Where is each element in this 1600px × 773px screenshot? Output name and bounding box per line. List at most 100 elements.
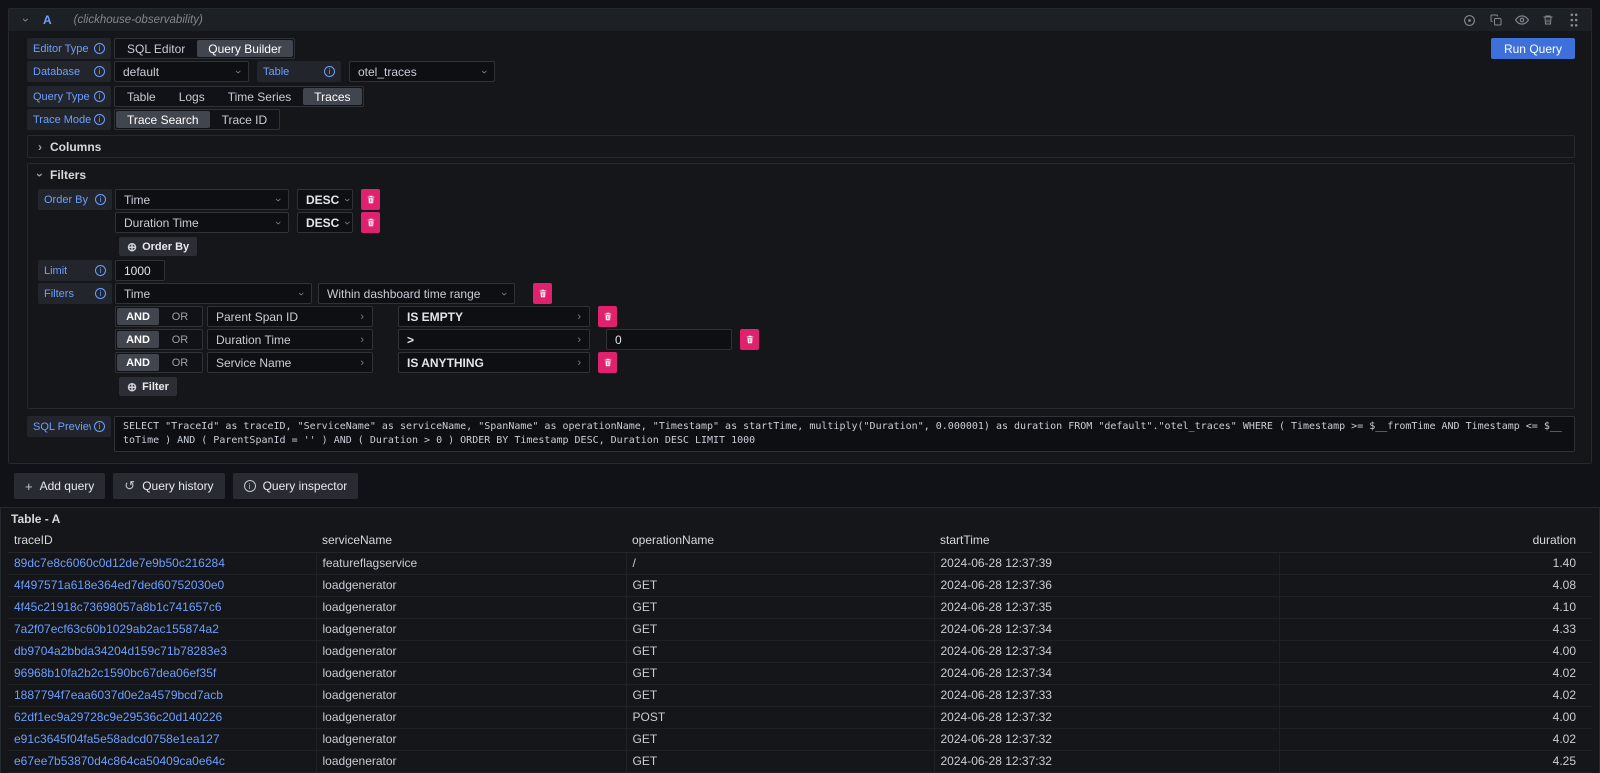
info-icon[interactable]: i (95, 265, 106, 276)
trace-id-link[interactable]: 62df1ec9a29728c9e29536c20d140226 (14, 710, 222, 724)
service-name-cell: loadgenerator (316, 574, 626, 596)
run-query-button[interactable]: Run Query (1491, 38, 1575, 59)
query-history-button[interactable]: ↺ Query history (113, 473, 224, 499)
info-icon[interactable]: i (94, 66, 105, 77)
order-by-direction-select[interactable]: DESC › (297, 189, 353, 210)
start-time-cell: 2024-06-28 12:37:34 (934, 662, 1279, 684)
filter-operator-select[interactable]: > › (398, 329, 590, 350)
remove-filter-button[interactable] (533, 283, 552, 304)
indent-spacer (38, 352, 115, 373)
duration-cell: 1.40 (1279, 552, 1592, 574)
order-by-direction-select[interactable]: DESC › (297, 212, 353, 233)
operation-name-cell: GET (626, 618, 934, 640)
and-toggle[interactable]: AND (117, 331, 159, 348)
trace-id-link[interactable]: e67ee7b53870d4c864ca50409ca0e64c (14, 754, 225, 768)
limit-input[interactable] (115, 260, 165, 281)
filter-value-input[interactable] (606, 329, 732, 350)
service-name-cell: featureflagservice (316, 552, 626, 574)
trace-id-link[interactable]: 7a2f07ecf63c60b1029ab2ac155874a2 (14, 622, 219, 636)
filters-section-toggle[interactable]: › Filters (28, 164, 1574, 185)
info-icon[interactable]: i (94, 114, 105, 125)
panel-title: Table - A (1, 508, 1599, 529)
operation-name-cell: GET (626, 574, 934, 596)
query-type-option-logs[interactable]: Logs (168, 88, 216, 105)
order-by-field-label: Order By i (38, 189, 112, 210)
eye-icon[interactable] (1514, 13, 1529, 28)
chevron-down-icon: › (270, 194, 280, 206)
trace-id-link[interactable]: 1887794f7eaa6037d0e2a4579bcd7acb (14, 688, 223, 702)
operation-name-cell: GET (626, 596, 934, 618)
trace-id-link[interactable]: 96968b10fa2b2c1590bc67dea06ef35f (14, 666, 216, 680)
trash-icon[interactable] (1540, 13, 1555, 28)
remove-filter-button[interactable] (740, 329, 759, 350)
drag-handle-icon[interactable] (1566, 13, 1581, 28)
editor-type-option-sql-editor[interactable]: SQL Editor (116, 40, 196, 57)
info-icon[interactable]: i (94, 421, 105, 432)
trace-id-link[interactable]: db9704a2bbda34204d159c71b78283e3 (14, 644, 227, 658)
column-header-traceid[interactable]: traceID (8, 529, 316, 552)
table-select[interactable]: otel_traces › (349, 61, 495, 82)
remove-filter-button[interactable] (598, 306, 617, 327)
remove-filter-button[interactable] (598, 352, 617, 373)
filter-operator-select[interactable]: IS EMPTY › (398, 306, 590, 327)
table-row: 89dc7e8c6060c0d12de7e9b50c216284 feature… (8, 552, 1592, 574)
or-toggle[interactable]: OR (159, 354, 201, 371)
trace-mode-option-trace-search[interactable]: Trace Search (116, 111, 210, 128)
info-icon[interactable]: i (95, 194, 106, 205)
circle-dot-icon[interactable] (1462, 13, 1477, 28)
query-type-option-traces[interactable]: Traces (303, 88, 361, 105)
and-toggle[interactable]: AND (117, 354, 159, 371)
trace-id-link[interactable]: 4f497571a618e364ed7ded60752030e0 (14, 578, 224, 592)
trace-mode-option-trace-id[interactable]: Trace ID (211, 111, 279, 128)
query-type-radio-group: Table Logs Time Series Traces (114, 86, 364, 107)
table-row: e67ee7b53870d4c864ca50409ca0e64c loadgen… (8, 750, 1592, 772)
query-type-option-time-series[interactable]: Time Series (217, 88, 303, 105)
filter-operator-select[interactable]: Within dashboard time range › (318, 283, 515, 304)
order-by-field-select[interactable]: Time › (115, 189, 289, 210)
filter-field-select[interactable]: Duration Time › (207, 329, 373, 350)
columns-section-toggle[interactable]: › Columns (28, 136, 1574, 157)
editor-type-option-query-builder[interactable]: Query Builder (197, 40, 292, 57)
info-icon[interactable]: i (324, 66, 335, 77)
or-toggle[interactable]: OR (159, 331, 201, 348)
order-by-field-select[interactable]: Duration Time › (115, 212, 289, 233)
column-header-starttime[interactable]: startTime (934, 529, 1279, 552)
start-time-cell: 2024-06-28 12:37:32 (934, 728, 1279, 750)
column-header-duration[interactable]: duration (1279, 529, 1592, 552)
filter-field-select[interactable]: Service Name › (207, 352, 373, 373)
operation-name-cell: / (626, 552, 934, 574)
remove-order-by-button[interactable] (361, 189, 380, 210)
remove-order-by-button[interactable] (361, 212, 380, 233)
query-type-option-table[interactable]: Table (116, 88, 167, 105)
add-order-by-button[interactable]: ⊕ Order By (119, 237, 197, 256)
add-filter-button[interactable]: ⊕ Filter (119, 377, 177, 396)
database-select[interactable]: default › (114, 61, 249, 82)
trace-id-link[interactable]: e91c3645f04fa5e58adcd0758e1ea127 (14, 732, 220, 746)
filter-operator-select[interactable]: IS ANYTHING › (398, 352, 590, 373)
chevron-down-icon: › (571, 334, 581, 346)
trace-id-link[interactable]: 89dc7e8c6060c0d12de7e9b50c216284 (14, 556, 225, 570)
info-icon[interactable]: i (94, 43, 105, 54)
start-time-cell: 2024-06-28 12:37:36 (934, 574, 1279, 596)
table-row: 4f45c21918c73698057a8b1c741657c6 loadgen… (8, 596, 1592, 618)
collapse-query-icon[interactable]: › (19, 13, 33, 27)
column-header-servicename[interactable]: serviceName (316, 529, 626, 552)
query-inspector-button[interactable]: i Query inspector (233, 473, 359, 499)
duration-cell: 4.25 (1279, 750, 1592, 772)
and-toggle[interactable]: AND (117, 308, 159, 325)
info-icon[interactable]: i (94, 91, 105, 102)
duration-cell: 4.10 (1279, 596, 1592, 618)
start-time-cell: 2024-06-28 12:37:35 (934, 596, 1279, 618)
query-editor-row: › A (clickhouse-observability) Edit (8, 8, 1592, 464)
add-query-button[interactable]: + Add query (14, 473, 105, 499)
filter-field-select[interactable]: Time › (115, 283, 312, 304)
info-circle-icon: i (244, 480, 256, 492)
limit-field-label: Limit i (38, 260, 112, 281)
duration-cell: 4.02 (1279, 728, 1592, 750)
column-header-operationname[interactable]: operationName (626, 529, 934, 552)
trace-id-link[interactable]: 4f45c21918c73698057a8b1c741657c6 (14, 600, 222, 614)
info-icon[interactable]: i (95, 288, 106, 299)
filter-field-select[interactable]: Parent Span ID › (207, 306, 373, 327)
copy-query-icon[interactable] (1488, 13, 1503, 28)
or-toggle[interactable]: OR (159, 308, 201, 325)
